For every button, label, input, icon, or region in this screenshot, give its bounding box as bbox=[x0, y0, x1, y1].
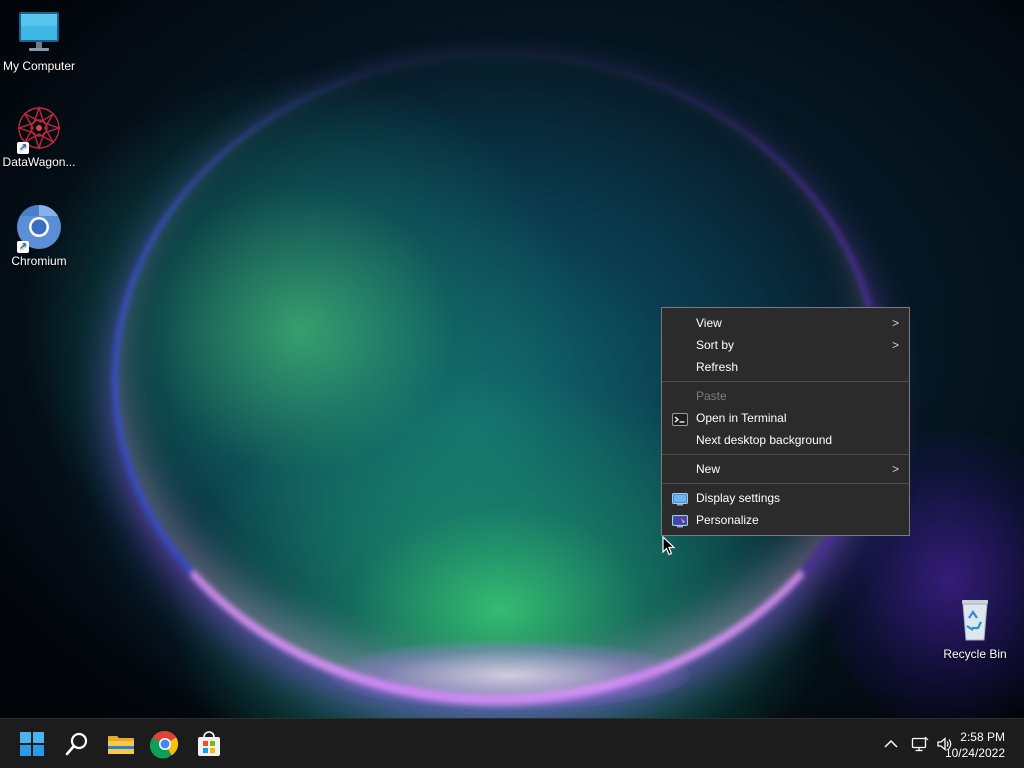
datawagon-icon: ↗ bbox=[15, 104, 63, 154]
shortcut-arrow-icon: ↗ bbox=[17, 142, 29, 154]
taskbar: 2:58 PM 10/24/2022 bbox=[0, 718, 1024, 768]
start-button[interactable] bbox=[16, 728, 48, 760]
desktop-icon-label: DataWagon... bbox=[2, 155, 76, 169]
menu-item-label: Display settings bbox=[696, 491, 781, 505]
chevron-right-icon: > bbox=[891, 462, 899, 476]
clock-time: 2:58 PM bbox=[960, 730, 1005, 744]
clock-date: 10/24/2022 bbox=[944, 746, 1005, 760]
menu-item-label: Paste bbox=[696, 389, 727, 403]
menu-item-open-in-terminal[interactable]: Open in Terminal bbox=[662, 407, 909, 429]
menu-item-label: View bbox=[696, 316, 722, 330]
menu-item-label: Refresh bbox=[696, 360, 739, 374]
shortcut-arrow-icon: ↗ bbox=[17, 241, 29, 253]
file-explorer-button[interactable] bbox=[105, 728, 137, 760]
display-settings-icon bbox=[672, 491, 688, 506]
desktop-icon-recycle-bin[interactable]: Recycle Bin bbox=[936, 596, 1014, 661]
menu-separator bbox=[662, 381, 909, 382]
mouse-cursor-icon bbox=[662, 535, 676, 561]
desktop-icon-label: Chromium bbox=[11, 254, 67, 268]
menu-item-display-settings[interactable]: Display settings bbox=[662, 487, 909, 509]
personalize-icon bbox=[672, 513, 688, 528]
desktop-context-menu: View > Sort by > Refresh Paste Open in T… bbox=[661, 307, 910, 536]
menu-item-view[interactable]: View > bbox=[662, 312, 909, 334]
menu-item-next-desktop-background[interactable]: Next desktop background bbox=[662, 429, 909, 451]
system-tray: 2:58 PM 10/24/2022 bbox=[824, 719, 1024, 769]
chromium-icon: ↗ bbox=[15, 203, 63, 253]
menu-item-paste: Paste bbox=[662, 385, 909, 407]
desktop-icon-datawagon[interactable]: ↗ DataWagon... bbox=[0, 104, 78, 169]
menu-item-refresh[interactable]: Refresh bbox=[662, 356, 909, 378]
terminal-icon bbox=[672, 411, 688, 426]
file-explorer-icon bbox=[108, 736, 134, 754]
menu-item-sort-by[interactable]: Sort by > bbox=[662, 334, 909, 356]
store-icon bbox=[198, 731, 220, 756]
menu-item-label: Personalize bbox=[696, 513, 759, 527]
taskbar-clock[interactable]: 2:58 PM 10/24/2022 bbox=[945, 729, 1005, 761]
menu-item-label: Sort by bbox=[696, 338, 735, 352]
menu-item-new[interactable]: New > bbox=[662, 458, 909, 480]
menu-separator bbox=[662, 454, 909, 455]
chevron-right-icon: > bbox=[891, 316, 899, 330]
desktop-wallpaper[interactable]: My Computer ↗ DataWagon... ↗ Chromium Re… bbox=[0, 0, 1024, 718]
menu-item-label: Next desktop background bbox=[696, 433, 833, 447]
recycle-bin-icon bbox=[951, 596, 999, 644]
wallpaper-bottom-glow bbox=[330, 640, 690, 710]
menu-separator bbox=[662, 483, 909, 484]
chevron-right-icon: > bbox=[891, 338, 899, 352]
search-icon bbox=[65, 732, 88, 756]
menu-item-label: New bbox=[696, 462, 721, 476]
start-icon bbox=[20, 732, 44, 756]
desktop-icon-label: My Computer bbox=[2, 59, 76, 73]
desktop-icon-my-computer[interactable]: My Computer bbox=[0, 8, 78, 73]
desktop-icon-chromium[interactable]: ↗ Chromium bbox=[0, 203, 78, 268]
network-icon[interactable] bbox=[911, 736, 929, 752]
desktop-icon-label: Recycle Bin bbox=[943, 647, 1007, 661]
menu-item-personalize[interactable]: Personalize bbox=[662, 509, 909, 531]
chevron-up-icon[interactable] bbox=[882, 736, 900, 752]
chrome-button[interactable] bbox=[149, 728, 181, 760]
chrome-icon bbox=[149, 730, 179, 759]
store-button[interactable] bbox=[193, 728, 225, 760]
menu-item-label: Open in Terminal bbox=[696, 411, 787, 425]
search-button[interactable] bbox=[61, 728, 93, 760]
monitor-icon bbox=[15, 8, 63, 56]
